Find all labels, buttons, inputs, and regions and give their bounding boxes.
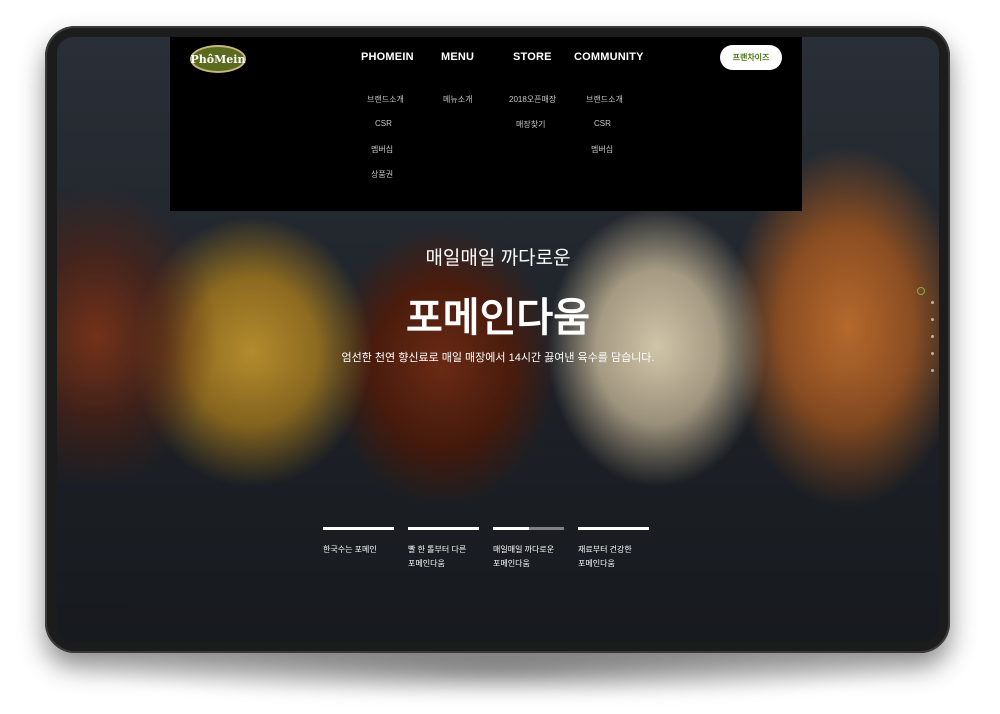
slide-tab-label: 재료부터 건강한 포메인다움 (578, 545, 632, 568)
screen: PhôMein PHOMEIN MENU STORE COMMUNITY 브랜드… (57, 37, 939, 642)
indicator-dot[interactable] (931, 301, 934, 304)
slide-progress-bar (578, 527, 649, 530)
submenu-item[interactable]: 브랜드소개 (367, 94, 404, 119)
submenu-item[interactable]: CSR (586, 119, 623, 144)
indicator-dot[interactable] (931, 318, 934, 321)
nav-item-phomein[interactable]: PHOMEIN (361, 51, 414, 63)
side-indicator (917, 287, 934, 386)
hero-subtitle: 매일매일 까다로운 (425, 248, 571, 269)
slide-tab[interactable]: 재료부터 건강한 포메인다움 (578, 527, 649, 571)
submenu-item[interactable]: 브랜드소개 (586, 94, 623, 119)
slide-tab-label: 빨 한 톨부터 다른 포메인다움 (408, 545, 467, 568)
slide-progress-bar (323, 527, 394, 530)
indicator-dot[interactable] (931, 335, 934, 338)
slide-progress-fill (493, 527, 529, 530)
nav-item-community[interactable]: COMMUNITY (574, 51, 644, 63)
nav-item-store[interactable]: STORE (513, 51, 552, 63)
slide-tab[interactable]: 빨 한 톨부터 다른 포메인다움 (408, 527, 479, 571)
submenu-item[interactable]: 상품권 (367, 169, 404, 194)
slide-progress-fill (578, 527, 649, 530)
franchise-button[interactable]: 프랜차이즈 (720, 45, 782, 70)
submenu-item[interactable]: 2018오픈매장 (509, 94, 556, 119)
hero-description: 엄선한 천연 향신료로 매일 매장에서 14시간 끓여낸 육수를 담습니다. (341, 352, 655, 364)
indicator-dot[interactable] (931, 369, 934, 372)
nav-item-menu[interactable]: MENU (441, 51, 474, 63)
slide-tab-label: 한국수는 포메인 (323, 545, 377, 554)
indicator-active-icon[interactable] (917, 287, 925, 295)
submenu-menu: 메뉴소개 (443, 94, 472, 119)
submenu-phomein: 브랜드소개 CSR 멤버십 상품권 (367, 94, 404, 194)
submenu-store: 2018오픈매장 매장찾기 (509, 94, 556, 144)
hero-title: 포메인다움 (406, 296, 590, 340)
slide-tab[interactable]: 한국수는 포메인 (323, 527, 394, 557)
slide-progress-fill (323, 527, 394, 530)
submenu-community: 브랜드소개 CSR 멤버십 (586, 94, 623, 169)
indicator-dot[interactable] (931, 352, 934, 355)
slide-tab-label: 매일매일 까다로운 포메인다움 (493, 545, 555, 568)
slide-progress-bar (408, 527, 479, 530)
brand-logo[interactable]: PhôMein (190, 45, 246, 73)
submenu-item[interactable]: 멤버십 (367, 144, 404, 169)
submenu-item[interactable]: CSR (367, 119, 404, 144)
submenu-item[interactable]: 메뉴소개 (443, 94, 472, 119)
slide-progress-fill (408, 527, 479, 530)
submenu-item[interactable]: 매장찾기 (509, 119, 556, 144)
mega-menu: PhôMein PHOMEIN MENU STORE COMMUNITY 브랜드… (170, 37, 802, 211)
slide-progress-bar (493, 527, 564, 530)
submenu-item[interactable]: 멤버십 (586, 144, 623, 169)
slide-tab[interactable]: 매일매일 까다로운 포메인다움 (493, 527, 564, 571)
